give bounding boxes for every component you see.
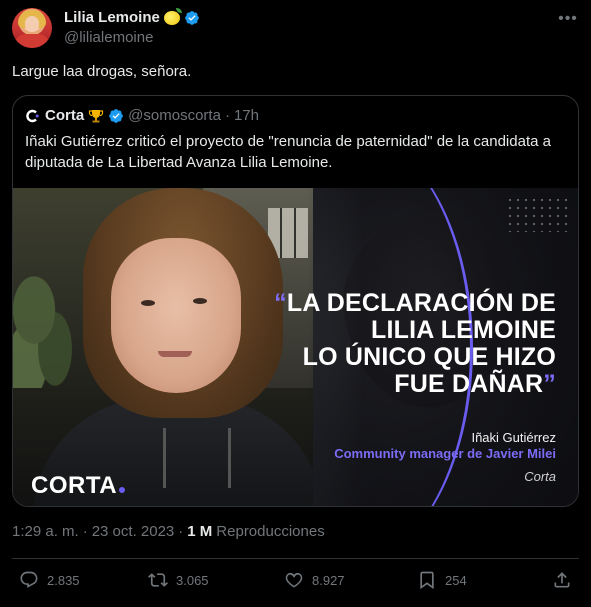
quoted-time[interactable]: 17h: [234, 107, 259, 124]
share-button[interactable]: [552, 570, 572, 590]
close-quote: ”: [543, 370, 556, 398]
lemon-emoji-icon: [163, 7, 182, 25]
dot-pattern: [506, 196, 570, 232]
heart-icon: [285, 572, 303, 588]
image-headline: “LA DECLARACIÓN DE LILIA LEMOINE LO ÚNIC…: [256, 290, 556, 398]
author-name[interactable]: Lilia Lemoine: [64, 9, 160, 26]
brand-text: CORTA: [31, 472, 118, 499]
avatar[interactable]: [12, 8, 52, 48]
more-options-icon[interactable]: •••: [557, 10, 579, 28]
bookmark-icon: [420, 571, 434, 590]
author-handle[interactable]: @lilialemoine: [64, 29, 153, 46]
reply-button[interactable]: 2.835: [19, 570, 80, 590]
credit-name: Iñaki Gutiérrez: [471, 430, 556, 445]
views-label: Reproducciones: [216, 523, 325, 540]
reply-icon: [20, 571, 38, 588]
headline-line-2: LILIA LEMOINE: [371, 316, 556, 344]
quoted-author-handle[interactable]: @somoscorta: [128, 107, 221, 124]
share-icon: [554, 572, 570, 588]
quoted-text: Iñaki Gutiérrez criticó el proyecto de "…: [25, 133, 551, 171]
tweet-meta: 1:29 a. m. · 23 oct. 2023 · 1 M Reproduc…: [12, 523, 325, 540]
tweet-date[interactable]: 23 oct. 2023: [92, 523, 175, 540]
reply-count: 2.835: [47, 572, 80, 588]
tweet-time[interactable]: 1:29 a. m.: [12, 523, 79, 540]
tweet-header: Lilia Lemoine @lilialemoine •••: [12, 7, 579, 48]
action-bar: 2.835 3.065 8.927 254: [12, 570, 579, 594]
repost-count: 3.065: [176, 572, 209, 588]
quoted-separator: ·: [224, 107, 230, 124]
credit-role: Community manager de Javier Milei: [334, 446, 556, 461]
repost-icon: [148, 573, 168, 587]
verified-badge-icon[interactable]: [184, 10, 200, 26]
quoted-author-name[interactable]: Corta: [45, 107, 84, 124]
meta-separator: ·: [82, 523, 88, 540]
views-count: 1 M: [187, 523, 213, 540]
quoted-image[interactable]: “LA DECLARACIÓN DE LILIA LEMOINE LO ÚNIC…: [13, 188, 578, 506]
quoted-verified-badge-icon[interactable]: [108, 108, 124, 124]
quoted-header: Corta @somoscorta · 17h: [25, 107, 259, 124]
credit-source: Corta: [524, 469, 556, 484]
open-quote: “: [274, 289, 287, 317]
corta-logo-icon: [25, 107, 41, 124]
author-name-row: Lilia Lemoine: [64, 7, 200, 26]
trophy-emoji-icon: [89, 109, 104, 122]
repost-button[interactable]: 3.065: [148, 570, 209, 590]
tweet-text: Largue laa drogas, señora.: [12, 63, 192, 80]
headline-line-4: FUE DAÑAR: [394, 370, 544, 398]
like-button[interactable]: 8.927: [284, 570, 345, 590]
bookmark-count: 254: [445, 572, 467, 588]
like-count: 8.927: [312, 572, 345, 588]
meta-separator-2: ·: [178, 523, 184, 540]
quoted-tweet[interactable]: Corta @somoscorta · 17h Iñaki Gutiérrez …: [12, 95, 579, 507]
bookmark-button[interactable]: 254: [417, 570, 467, 590]
divider: [12, 558, 579, 559]
headline-line-1: LA DECLARACIÓN DE: [286, 289, 556, 317]
headline-line-3: LO ÚNICO QUE HIZO: [302, 343, 556, 371]
corta-brand-logo: CORTA: [31, 472, 126, 500]
